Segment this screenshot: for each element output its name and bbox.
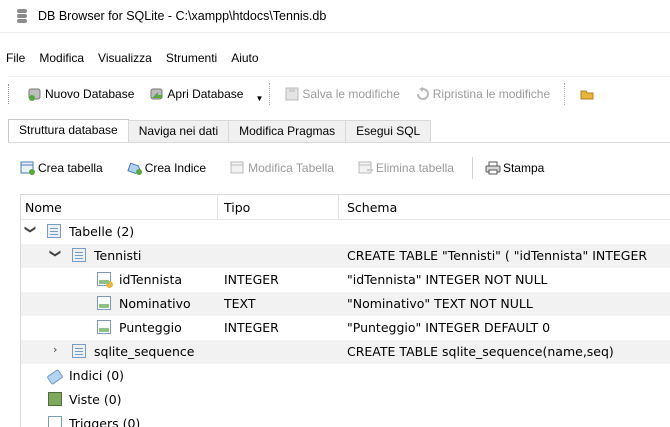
tree-row-table[interactable]: ❯ Tennisti CREATE TABLE "Tennisti" ( "id… (21, 244, 670, 268)
tree-header: Nome Tipo Schema (21, 195, 670, 220)
structure-toolbar: Crea tabella Crea Indice Modifica Tabell… (20, 156, 568, 180)
database-app-icon (14, 8, 30, 24)
menu-modifica[interactable]: Modifica (37, 51, 92, 65)
create-index-icon (127, 161, 143, 175)
tables-label: Tabelle (2) (69, 224, 135, 239)
menu-visualizza[interactable]: Visualizza (96, 51, 160, 65)
main-toolbar: Nuovo Database Apri Database ▼ Salva le … (8, 76, 670, 111)
field-name: Nominativo (119, 296, 191, 311)
triggers-label: Triggers (0) (69, 416, 141, 427)
revert-changes-label: Ripristina le modifiche (432, 87, 551, 101)
key-icon (106, 281, 113, 288)
chevron-right-icon[interactable]: › (53, 343, 57, 356)
menu-file[interactable]: File (4, 51, 33, 65)
tree-row-field[interactable]: Punteggio INTEGER "Punteggio" INTEGER DE… (21, 316, 670, 340)
tab-naviga-nei-dati[interactable]: Naviga nei dati (127, 120, 230, 142)
primary-key-field-icon (97, 272, 113, 288)
modify-table-icon (230, 161, 246, 175)
field-name: Punteggio (119, 320, 182, 335)
field-schema: "idTennista" INTEGER NOT NULL (347, 272, 548, 287)
tree-row-triggers[interactable]: Triggers (0) (21, 412, 670, 427)
save-icon (285, 87, 299, 101)
menu-strumenti[interactable]: Strumenti (164, 51, 225, 65)
field-icon (97, 296, 111, 310)
indices-label: Indici (0) (69, 368, 125, 383)
window-title: DB Browser for SQLite - C:\xampp\htdocs\… (38, 9, 327, 23)
print-button[interactable]: Stampa (485, 161, 544, 175)
tree-row-tables[interactable]: ❯ Tabelle (2) (21, 220, 670, 244)
field-schema: "Nominativo" TEXT NOT NULL (347, 296, 533, 311)
tab-divider (8, 142, 670, 143)
chevron-down-icon[interactable]: ❯ (24, 225, 37, 234)
column-header-name[interactable]: Nome (25, 200, 62, 215)
field-type: TEXT (224, 296, 256, 311)
save-changes-label: Salva le modifiche (302, 87, 400, 101)
toolbar-separator-2 (564, 83, 566, 105)
modify-table-button[interactable]: Modifica Tabella (230, 161, 334, 175)
revert-icon (416, 87, 430, 101)
app-window: DB Browser for SQLite - C:\xampp\htdocs\… (0, 0, 670, 427)
menu-bar: File Modifica Visualizza Strumenti Aiuto (0, 48, 267, 68)
table-schema: CREATE TABLE sqlite_sequence(name,seq) (347, 344, 614, 359)
open-database-label: Apri Database (167, 87, 244, 101)
modify-table-label: Modifica Tabella (248, 161, 334, 175)
open-project-icon (580, 87, 594, 101)
tree-row-indices[interactable]: Indici (0) (21, 364, 670, 388)
more-toolbar-button[interactable] (572, 81, 605, 107)
index-icon (46, 368, 64, 386)
tree-row-field[interactable]: idTennista INTEGER "idTennista" INTEGER … (21, 268, 670, 292)
tree-row-field[interactable]: Nominativo TEXT "Nominativo" TEXT NOT NU… (21, 292, 670, 316)
table-name: sqlite_sequence (94, 344, 195, 359)
menu-aiuto[interactable]: Aiuto (229, 51, 266, 65)
table-icon (72, 344, 86, 358)
new-database-button[interactable]: Nuovo Database (20, 81, 142, 107)
chevron-down-icon[interactable]: ❯ (49, 249, 62, 258)
create-index-label: Crea Indice (144, 161, 207, 175)
print-label: Stampa (502, 161, 545, 175)
create-table-button[interactable]: Crea tabella (20, 161, 103, 175)
table-name: Tennisti (94, 248, 142, 263)
tab-bar: Struttura database Naviga nei dati Modif… (8, 119, 432, 142)
schema-tree[interactable]: Nome Tipo Schema ❯ Tabelle (2) ❯ Tennist… (20, 194, 670, 427)
tab-struttura-database[interactable]: Struttura database (8, 119, 129, 142)
delete-table-label: Elimina tabella (375, 161, 454, 175)
column-header-type[interactable]: Tipo (224, 200, 250, 215)
field-type: INTEGER (224, 320, 279, 335)
delete-table-icon (358, 161, 374, 175)
table-icon (72, 248, 86, 262)
create-table-label: Crea tabella (38, 161, 103, 175)
create-table-icon (20, 161, 36, 175)
field-icon (97, 320, 111, 334)
field-name: idTennista (119, 272, 183, 287)
open-database-icon (150, 87, 164, 101)
revert-changes-button[interactable]: Ripristina le modifiche (408, 81, 558, 107)
field-schema: "Punteggio" INTEGER DEFAULT 0 (347, 320, 551, 335)
tree-row-views[interactable]: Viste (0) (21, 388, 670, 412)
trigger-icon (48, 416, 62, 427)
open-database-dropdown-icon[interactable]: ▼ (255, 94, 263, 103)
tab-esegui-sql[interactable]: Esegui SQL (345, 120, 432, 142)
open-database-button[interactable]: Apri Database (142, 81, 251, 107)
tables-folder-icon (47, 224, 61, 238)
new-database-label: Nuovo Database (45, 87, 135, 101)
field-type: INTEGER (224, 272, 279, 287)
new-database-icon (28, 87, 42, 101)
table-schema: CREATE TABLE "Tennisti" ( "idTennista" I… (347, 248, 648, 263)
delete-table-button[interactable]: Elimina tabella (358, 161, 454, 175)
toolbar-separator (269, 83, 271, 105)
column-header-schema[interactable]: Schema (347, 200, 397, 215)
printer-icon (485, 161, 501, 175)
tree-row-table[interactable]: › sqlite_sequence CREATE TABLE sqlite_se… (21, 340, 670, 364)
views-label: Viste (0) (69, 392, 122, 407)
tab-modifica-pragmas[interactable]: Modifica Pragmas (228, 120, 347, 142)
toolbar-grip[interactable] (8, 84, 12, 104)
title-bar: DB Browser for SQLite - C:\xampp\htdocs\… (0, 0, 670, 33)
create-index-button[interactable]: Crea Indice (127, 161, 206, 175)
save-changes-button[interactable]: Salva le modifiche (277, 81, 407, 107)
toolbar2-separator (471, 157, 473, 179)
view-icon (48, 392, 62, 406)
